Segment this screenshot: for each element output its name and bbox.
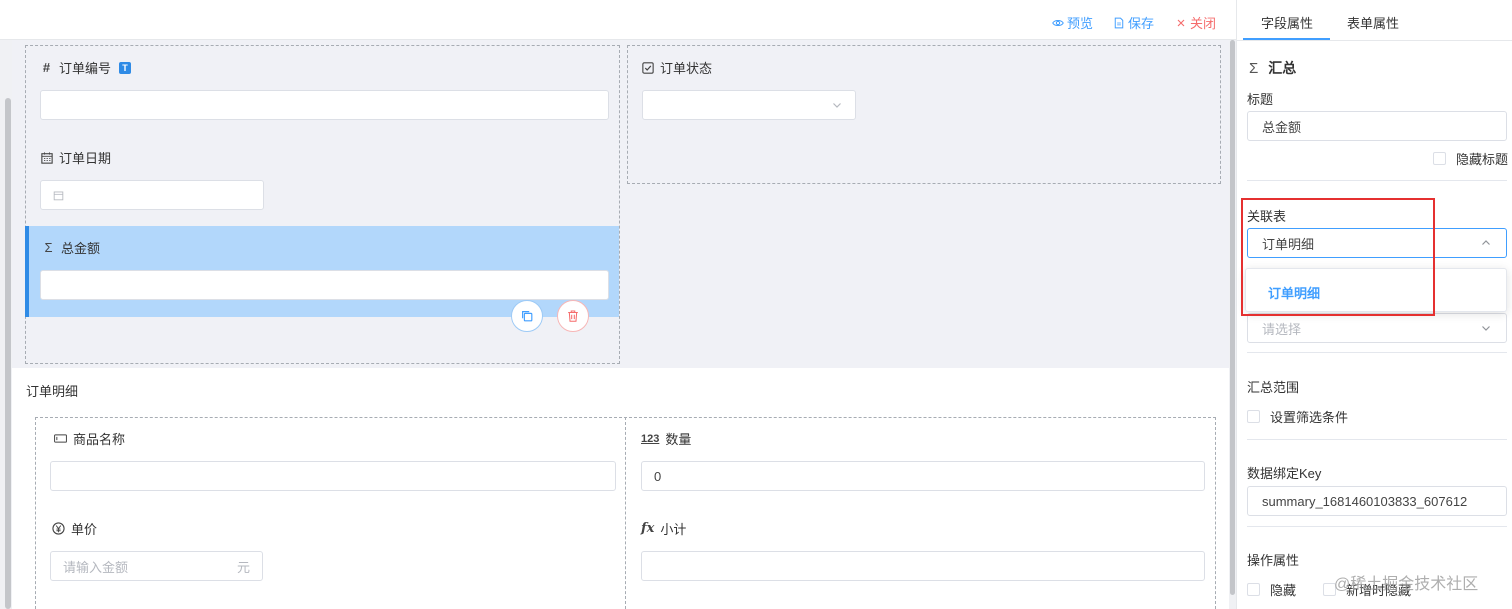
unit-price-suffix: 元: [236, 559, 250, 575]
save-label: 保存: [1128, 16, 1155, 31]
close-label: 关闭: [1190, 16, 1217, 31]
subtotal-label-text: 小计: [660, 522, 687, 537]
canvas-scrollbar[interactable]: [1229, 40, 1236, 609]
properties-panel: 字段属性 表单属性 Σ 汇总 标题 总金额 隐藏标题 关联表 订单明细 请选择 …: [1236, 0, 1512, 609]
preview-button[interactable]: 预览: [1052, 13, 1093, 32]
subform-column-divider: [625, 417, 626, 609]
title-input[interactable]: 总金额: [1247, 111, 1507, 141]
order-status-label: 订单状态: [641, 58, 712, 77]
checkbox-icon: [641, 61, 654, 74]
subform-title: 订单明细: [26, 384, 79, 399]
order-no-input[interactable]: [40, 90, 609, 120]
hidden-label: 隐藏: [1270, 583, 1297, 598]
preview-label: 预览: [1067, 16, 1094, 31]
calendar-icon: [53, 191, 64, 200]
product-name-input[interactable]: [50, 461, 616, 491]
related-table-dropdown: 订单明细: [1245, 268, 1507, 312]
quantity-value: 0: [654, 468, 662, 484]
filter-condition-checkbox[interactable]: 设置筛选条件: [1247, 407, 1348, 426]
textbox-icon: [54, 432, 67, 445]
hidden-checkbox[interactable]: 隐藏: [1247, 580, 1296, 599]
trash-icon: [568, 310, 578, 322]
summary-field-select[interactable]: 请选择: [1247, 313, 1507, 343]
quantity-label-text: 数量: [665, 432, 692, 447]
order-no-label: # 订单编号 T: [40, 58, 132, 77]
hide-on-add-label: 新增时隐藏: [1346, 583, 1412, 598]
copy-icon: [522, 311, 533, 322]
related-table-label: 关联表: [1247, 209, 1287, 224]
operation-attributes-label: 操作属性: [1247, 553, 1300, 568]
copy-field-button[interactable]: [511, 300, 543, 332]
unit-price-label: 单价: [52, 519, 97, 538]
eye-icon: [1052, 19, 1064, 26]
left-scroll-strip: [0, 40, 12, 609]
product-name-label: 商品名称: [54, 429, 125, 448]
chevron-up-icon: [1482, 240, 1490, 245]
quantity-label: 123 数量: [641, 429, 691, 448]
subtotal-input[interactable]: [641, 551, 1205, 581]
total-amount-label-text: 总金额: [61, 241, 101, 256]
tab-form-properties[interactable]: 表单属性: [1347, 13, 1399, 32]
section-divider: [1247, 180, 1507, 181]
filter-condition-label: 设置筛选条件: [1270, 410, 1349, 425]
section-divider: [1247, 352, 1507, 353]
summary-field-placeholder: 请选择: [1262, 321, 1302, 337]
text-type-badge: T: [119, 61, 132, 74]
close-icon: [1177, 19, 1185, 26]
product-name-label-text: 商品名称: [73, 432, 126, 447]
title-label: 标题: [1247, 92, 1274, 107]
hide-title-label: 隐藏标题: [1456, 152, 1509, 167]
hide-title-checkbox[interactable]: 隐藏标题: [1433, 149, 1508, 168]
summary-range-label: 汇总范围: [1247, 380, 1300, 395]
tabs-divider: [1237, 40, 1512, 41]
checkbox-box[interactable]: [1247, 583, 1260, 596]
total-amount-input[interactable]: [40, 270, 609, 300]
component-header: Σ 汇总: [1249, 58, 1296, 78]
title-value: 总金额: [1262, 119, 1302, 135]
save-button[interactable]: 保存: [1113, 13, 1154, 32]
canvas-scrollbar-thumb[interactable]: [1230, 40, 1235, 595]
binding-key-input[interactable]: summary_1681460103833_607612: [1247, 486, 1507, 516]
form-designer-canvas: 预览 保存 关闭 # 订单编号 T 订单日期 订单状态 Σ 总金额 订单明细 商…: [0, 0, 1236, 609]
order-status-select[interactable]: [642, 90, 856, 120]
subtotal-label: fx 小计: [641, 519, 686, 538]
checkbox-box[interactable]: [1323, 583, 1336, 596]
binding-key-label: 数据绑定Key: [1247, 466, 1322, 481]
document-icon: [1114, 17, 1124, 28]
formula-icon: fx: [641, 521, 655, 536]
yuan-icon: [52, 522, 65, 535]
order-no-label-text: 订单编号: [59, 61, 112, 76]
unit-price-placeholder: 请输入金额: [63, 559, 129, 575]
related-table-select[interactable]: 订单明细: [1247, 228, 1507, 258]
binding-key-value: summary_1681460103833_607612: [1262, 493, 1468, 509]
total-amount-label: Σ 总金额: [42, 238, 100, 257]
hash-icon: #: [42, 60, 51, 75]
order-date-label: 订单日期: [40, 148, 111, 167]
section-divider: [1247, 526, 1507, 527]
dropdown-option-order-detail[interactable]: 订单明细: [1268, 283, 1320, 302]
quantity-input[interactable]: 0: [641, 461, 1205, 491]
order-date-label-text: 订单日期: [59, 151, 112, 166]
close-button[interactable]: 关闭: [1175, 13, 1216, 32]
checkbox-box[interactable]: [1247, 410, 1260, 423]
order-status-label-text: 订单状态: [660, 61, 713, 76]
unit-price-label-text: 单价: [71, 522, 98, 537]
calendar-icon: [40, 151, 53, 164]
hide-on-add-checkbox[interactable]: 新增时隐藏: [1323, 580, 1411, 599]
left-scrollbar-thumb[interactable]: [5, 98, 11, 609]
top-toolbar: 预览 保存 关闭: [0, 0, 1236, 40]
component-name: 汇总: [1268, 60, 1297, 76]
order-date-picker[interactable]: [40, 180, 264, 210]
tab-field-properties[interactable]: 字段属性: [1261, 13, 1313, 32]
sigma-icon: Σ: [1249, 59, 1259, 77]
section-divider: [1247, 439, 1507, 440]
sigma-icon: Σ: [44, 240, 53, 255]
chevron-down-icon: [1482, 326, 1490, 331]
number-icon: 123: [641, 432, 660, 445]
checkbox-box[interactable]: [1433, 152, 1446, 165]
related-table-value: 订单明细: [1262, 236, 1315, 252]
unit-price-input[interactable]: 请输入金额 元: [50, 551, 263, 581]
delete-field-button[interactable]: [557, 300, 589, 332]
chevron-down-icon: [833, 103, 841, 108]
